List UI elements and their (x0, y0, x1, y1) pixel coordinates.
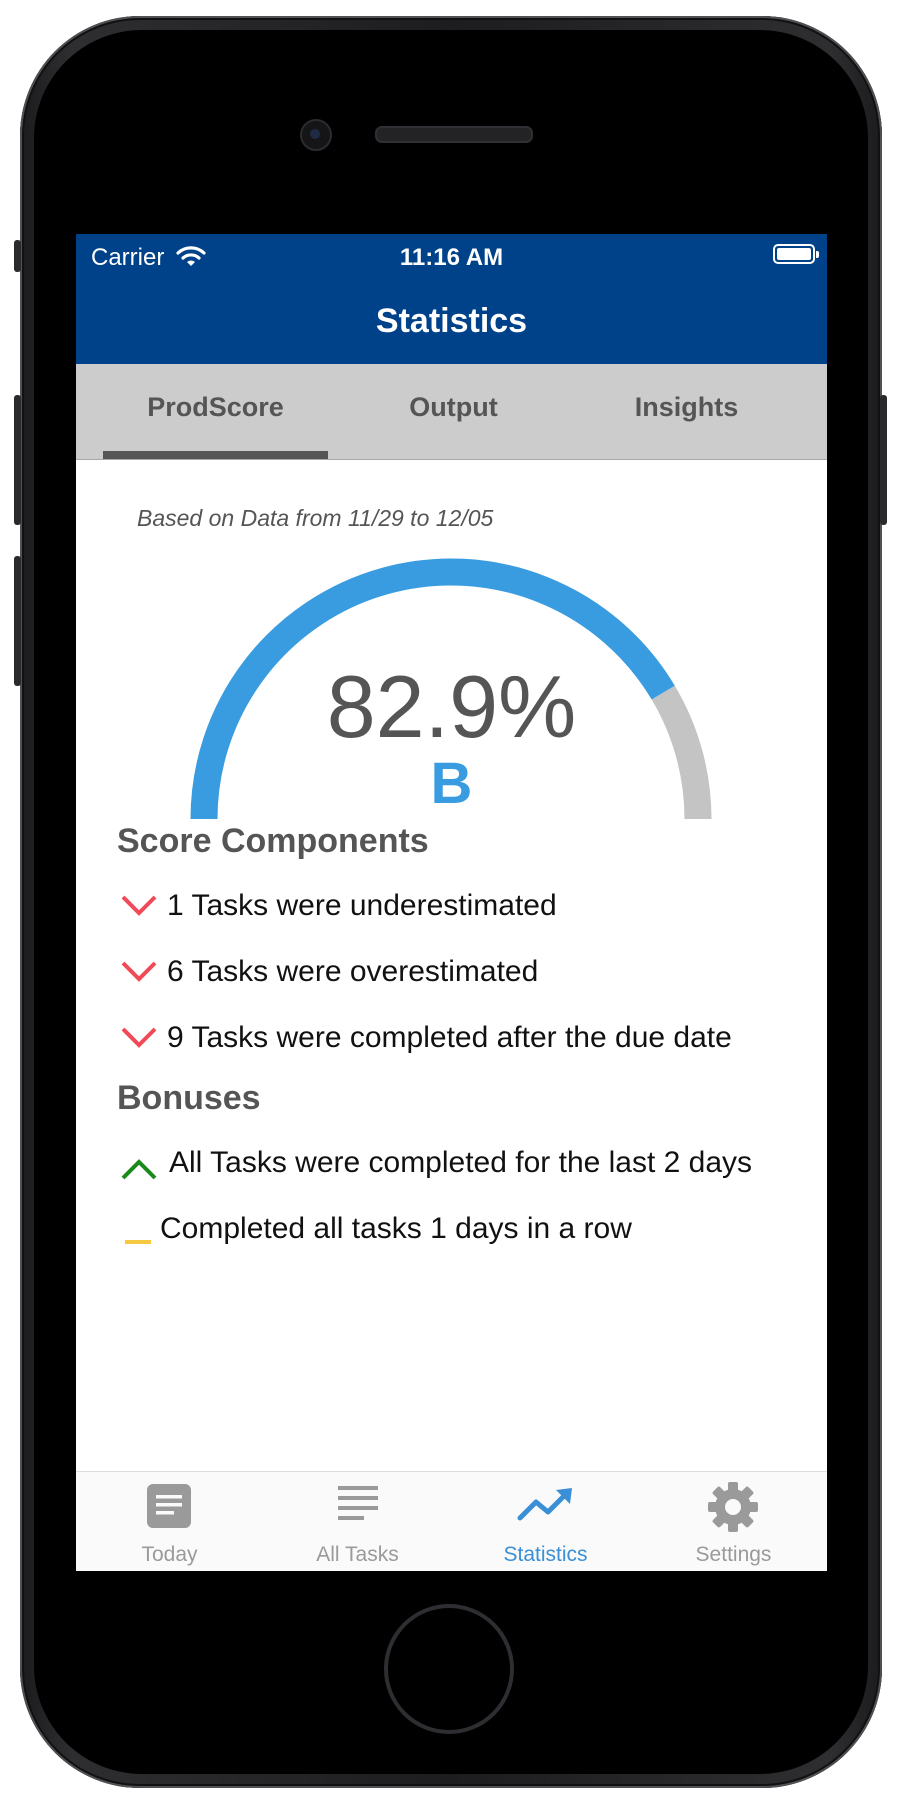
segment-tabs: ProdScore Output Insights (76, 364, 827, 460)
page-title: Statistics (375, 302, 528, 340)
power-button (880, 395, 887, 525)
earpiece-speaker (375, 126, 533, 143)
chevron-down-icon (121, 1027, 157, 1048)
trend-up-icon (517, 1488, 572, 1521)
tab-bar-item-today[interactable]: Today (76, 1472, 263, 1571)
volume-down-button (14, 556, 21, 686)
chevron-down-icon (121, 961, 157, 982)
app-screen: Carrier 11:16 AM Statistics ProdScore Ou… (76, 234, 827, 1571)
component-text: 9 Tasks were completed after the due dat… (167, 1021, 732, 1054)
status-time: 11:16 AM (399, 244, 504, 271)
component-text: 1 Tasks were underestimated (167, 889, 557, 922)
dash-icon (125, 1240, 151, 1244)
home-button[interactable] (384, 1604, 514, 1734)
gear-icon (708, 1482, 758, 1532)
tab-insights[interactable]: Insights (584, 392, 789, 423)
score-percent: 82.9% (326, 657, 577, 756)
score-components-heading: Score Components (117, 822, 429, 860)
chevron-down-icon (121, 895, 157, 916)
tab-bar-label: Settings (695, 1543, 772, 1566)
tab-bar-label: Statistics (503, 1543, 588, 1566)
tab-output[interactable]: Output (341, 392, 566, 423)
front-camera (300, 119, 332, 151)
tab-bar-label: All Tasks (316, 1543, 399, 1566)
score-grade: B (430, 751, 473, 816)
mute-switch (14, 240, 21, 272)
bonuses-heading: Bonuses (117, 1079, 261, 1117)
volume-up-button (14, 395, 21, 525)
status-bar: Carrier 11:16 AM (76, 234, 827, 284)
bonus-text: Completed all tasks 1 days in a row (160, 1212, 632, 1245)
bonus-text: All Tasks were completed for the last 2 … (169, 1146, 753, 1179)
navigation-bar: Statistics (76, 284, 827, 364)
tab-bar-label: Today (141, 1543, 198, 1566)
bottom-tab-bar: Today All Tasks Statistics Settings (76, 1471, 827, 1571)
tab-selection-indicator (103, 451, 328, 459)
battery-icon (773, 244, 819, 264)
tab-bar-item-all-tasks[interactable]: All Tasks (264, 1472, 451, 1571)
tab-bar-item-statistics[interactable]: Statistics (452, 1472, 639, 1571)
chevron-up-icon (121, 1159, 157, 1180)
tab-bar-item-settings[interactable]: Settings (640, 1472, 827, 1571)
today-icon (147, 1484, 191, 1528)
list-icon (338, 1486, 378, 1520)
component-text: 6 Tasks were overestimated (167, 955, 539, 988)
tab-prodscore[interactable]: ProdScore (103, 392, 328, 423)
